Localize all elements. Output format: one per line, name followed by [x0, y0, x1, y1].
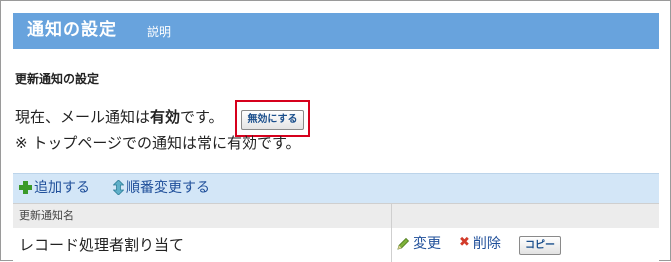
up-down-arrows-icon — [113, 179, 124, 195]
disable-button[interactable]: 無効にする — [241, 110, 304, 130]
add-button[interactable]: 追加する — [19, 179, 90, 197]
x-icon: ✖ — [459, 235, 470, 250]
table-row: レコード処理者割り当て 変更 ✖ 削除 コピー — [13, 228, 659, 262]
settings-panel: 通知の設定 説明 更新通知の設定 現在、メール通知は有効です。 無効にする ※ … — [0, 0, 671, 262]
reorder-label: 順番変更する — [126, 180, 210, 196]
reorder-button[interactable]: 順番変更する — [113, 179, 210, 197]
top-page-note: ※ トップページでの通知は常に有効です。 — [15, 134, 301, 152]
column-header-name: 更新通知名 — [19, 209, 74, 222]
plus-icon — [19, 180, 32, 194]
page-header: 通知の設定 説明 — [13, 13, 659, 49]
delete-link[interactable]: ✖ 削除 — [459, 235, 501, 253]
add-label: 追加する — [34, 180, 90, 196]
copy-button[interactable]: コピー — [519, 236, 561, 255]
page-title: 通知の設定 — [27, 20, 117, 40]
pencil-icon — [397, 237, 410, 250]
notification-status: 現在、メール通知は有効です。 — [15, 107, 224, 127]
column-divider — [391, 228, 392, 262]
column-divider — [391, 204, 392, 228]
notification-name: レコード処理者割り当て — [19, 236, 185, 254]
edit-label: 変更 — [413, 236, 441, 252]
section-title: 更新通知の設定 — [15, 72, 100, 86]
status-state: 有効 — [150, 108, 181, 126]
table-header: 更新通知名 — [13, 203, 659, 229]
status-prefix: 現在、メール通知は — [15, 108, 151, 126]
edit-link[interactable]: 変更 — [397, 235, 441, 253]
delete-label: 削除 — [472, 236, 501, 252]
list-toolbar: 追加する 順番変更する — [13, 173, 659, 204]
status-suffix: です。 — [180, 108, 224, 126]
help-link[interactable]: 説明 — [147, 24, 171, 40]
